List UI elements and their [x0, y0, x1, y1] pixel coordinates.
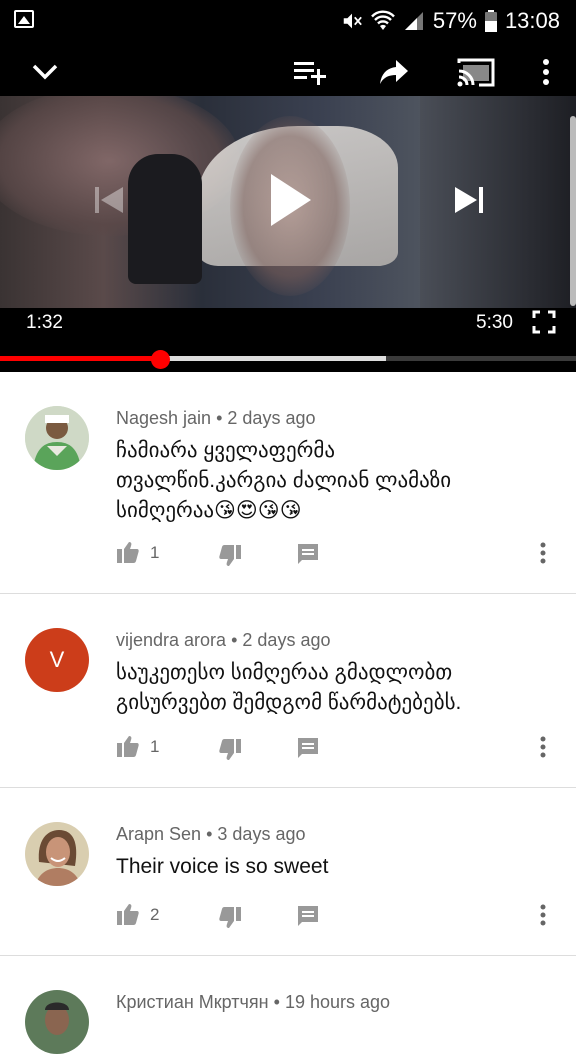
like-icon[interactable] [116, 734, 140, 763]
comment-age: 19 hours ago [284, 992, 391, 1012]
status-icons: 57% 13:08 [341, 8, 560, 34]
collapse-chevron-icon[interactable] [25, 54, 65, 90]
battery-icon [484, 10, 497, 32]
more-vert-icon[interactable] [540, 904, 546, 931]
progress-fill [0, 356, 162, 361]
more-vert-icon[interactable] [526, 54, 566, 90]
comment-actions: 1 [116, 540, 576, 570]
like-count: 2 [150, 905, 160, 924]
comment-author[interactable]: Arapn Sen [116, 824, 201, 844]
comment-actions: 1 [116, 734, 576, 764]
avatar-letter: V [49, 647, 65, 672]
share-icon[interactable] [374, 54, 414, 90]
clock: 13:08 [504, 8, 560, 33]
comment-text: საუკეთესო სიმღერაა გმადლობთ გისურვებთ შე… [116, 661, 462, 714]
separator-dot: • [216, 408, 223, 428]
signal-icon [404, 12, 423, 30]
duration: 5:30 [476, 312, 513, 333]
reply-icon[interactable] [296, 736, 320, 765]
separator-dot: • [231, 630, 238, 650]
mute-icon [343, 13, 362, 29]
reply-icon[interactable] [296, 542, 320, 571]
wifi-icon [371, 10, 395, 30]
pianist-image [128, 154, 202, 284]
player-top-bar [0, 42, 576, 96]
more-vert-icon[interactable] [540, 736, 546, 763]
comment-meta: Nagesh jain • 2 days ago [116, 408, 315, 429]
separator-dot: • [273, 992, 280, 1012]
comment-actions: 2 [116, 902, 576, 932]
like-icon[interactable] [116, 540, 140, 569]
dislike-icon[interactable] [218, 906, 242, 935]
comment-age: 2 days ago [242, 630, 331, 650]
comment-item: Кристиан Мкртчян • 19 hours ago [0, 956, 576, 1054]
comment-meta: vijendra arora • 2 days ago [116, 630, 330, 651]
add-to-playlist-icon[interactable] [290, 54, 330, 90]
avatar[interactable]: V [25, 628, 89, 692]
like-count: 1 [150, 543, 160, 562]
comment-list: Nagesh jain • 2 days ago ჩამიარა ყველაფე… [0, 372, 576, 1054]
gallery-notification-icon [14, 10, 34, 28]
comment-age: 2 days ago [227, 408, 316, 428]
play-icon[interactable] [262, 170, 318, 230]
like-icon[interactable] [116, 902, 140, 931]
fullscreen-icon[interactable] [528, 306, 560, 338]
dislike-icon[interactable] [218, 738, 242, 767]
comment-author[interactable]: Кристиан Мкртчян [116, 992, 269, 1012]
separator-dot: • [206, 824, 213, 844]
comment-item: Arapn Sen • 3 days ago Their voice is so… [0, 788, 576, 956]
comment-author[interactable]: Nagesh jain [116, 408, 211, 428]
reply-icon[interactable] [296, 904, 320, 933]
dislike-icon[interactable] [218, 544, 242, 573]
battery-percent: 57% [432, 8, 477, 33]
comment-age: 3 days ago [217, 824, 306, 844]
like-count: 1 [150, 737, 160, 756]
scrollbar[interactable] [570, 116, 576, 306]
current-time: 1:32 [26, 312, 63, 333]
comment-meta: Кристиан Мкртчян • 19 hours ago [116, 992, 390, 1013]
previous-icon[interactable] [88, 182, 130, 218]
comment-text: ჩამიარა ყველაფერმა თვალწინ.კარგია ძალიან… [116, 439, 452, 522]
more-vert-icon[interactable] [540, 542, 546, 569]
avatar[interactable] [25, 822, 89, 886]
next-icon[interactable] [448, 182, 490, 218]
comment-item: V vijendra arora • 2 days ago საუკეთესო … [0, 594, 576, 788]
status-bar: 57% 13:08 [0, 0, 576, 42]
comment-author[interactable]: vijendra arora [116, 630, 226, 650]
comment-text: Their voice is so sweet [116, 855, 329, 878]
comment-meta: Arapn Sen • 3 days ago [116, 824, 305, 845]
cast-icon[interactable] [456, 54, 496, 90]
video-player[interactable]: 1:32 5:30 [0, 42, 576, 372]
comment-item: Nagesh jain • 2 days ago ჩამიარა ყველაფე… [0, 372, 576, 594]
avatar[interactable] [25, 406, 89, 470]
avatar[interactable] [25, 990, 89, 1054]
